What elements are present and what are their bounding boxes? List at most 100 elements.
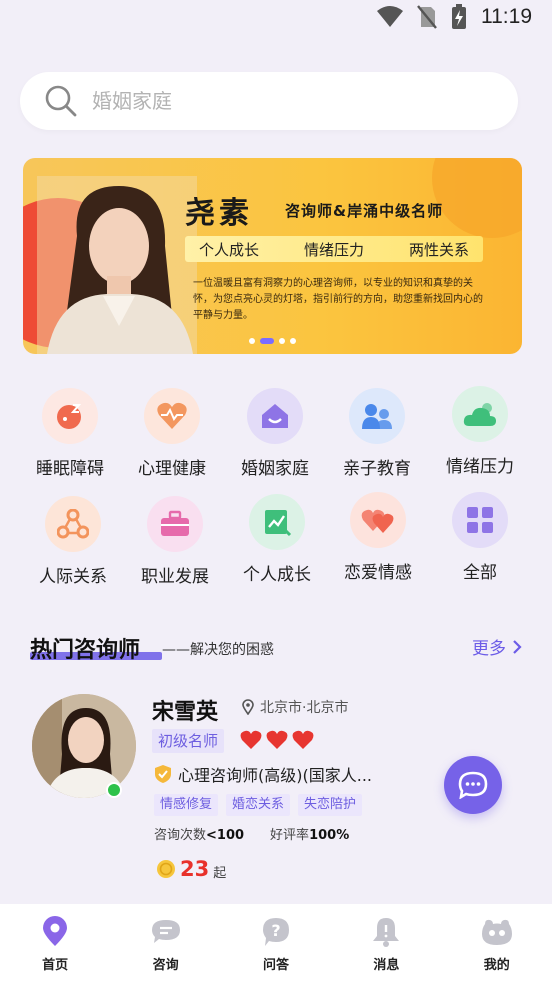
no-sim-icon	[417, 5, 437, 29]
price-value: 23	[180, 856, 210, 881]
online-status-dot	[106, 782, 122, 798]
nav-label: 问答	[262, 958, 289, 973]
coin-icon	[157, 859, 175, 878]
nav-home[interactable]: 首页	[15, 916, 95, 973]
category-emotional-stress[interactable]: 情绪压力	[430, 386, 530, 477]
consult-count: 咨询次数<100	[154, 824, 244, 843]
category-label: 睡眠障碍	[36, 459, 104, 479]
heart-pulse-icon	[144, 388, 200, 444]
battery-charging-icon	[452, 4, 466, 29]
carousel-dot[interactable]	[249, 338, 255, 344]
category-mental-health[interactable]: 心理健康	[122, 388, 222, 479]
category-label: 亲子教育	[343, 459, 411, 479]
search-bar[interactable]	[20, 72, 518, 130]
sleep-icon	[42, 388, 98, 444]
location-pin-icon	[242, 699, 254, 715]
home-pin-icon	[43, 916, 68, 946]
grid-icon	[452, 492, 508, 548]
banner-decoration	[432, 158, 522, 238]
consultant-stats: 咨询次数<100 好评率100%	[154, 824, 349, 843]
category-love[interactable]: 恋爱情感	[328, 492, 428, 583]
banner-tags: 个人成长 情绪压力 两性关系	[185, 236, 483, 262]
banner-counselor-name: 尧素	[185, 196, 253, 231]
growth-chart-icon	[249, 494, 305, 550]
chat-floating-button[interactable]	[444, 756, 502, 814]
consultant-rating-hearts	[240, 730, 314, 750]
wifi-icon	[377, 6, 403, 27]
search-icon	[45, 85, 77, 117]
carousel-dot-active[interactable]	[260, 338, 274, 344]
bell-icon	[373, 918, 400, 947]
nav-consult[interactable]: 咨询	[126, 916, 206, 973]
shield-check-icon	[155, 765, 171, 783]
category-sleep[interactable]: 睡眠障碍	[20, 388, 120, 479]
carousel-dot[interactable]	[290, 338, 296, 344]
nav-label: 我的	[483, 958, 510, 973]
carousel-indicator	[249, 338, 296, 344]
heart-icon	[292, 730, 314, 749]
search-input[interactable]	[92, 89, 472, 113]
chat-bubble-icon	[151, 920, 180, 943]
category-personal-growth[interactable]: 个人成长	[227, 494, 327, 585]
consultant-tag: 失恋陪护	[298, 794, 363, 816]
banner-tag: 两性关系	[408, 240, 469, 259]
more-label: 更多	[472, 639, 506, 659]
price-unit: 起	[213, 866, 227, 881]
nav-profile[interactable]: 我的	[457, 916, 537, 973]
question-icon: ?	[262, 918, 289, 946]
category-relationships[interactable]: 人际关系	[23, 496, 123, 587]
parent-child-icon	[349, 388, 405, 444]
banner-carousel[interactable]: 尧素 咨询师&岸涌中级名师 个人成长 情绪压力 两性关系 一位温暖且富有洞察力的…	[23, 158, 522, 354]
nav-label: 首页	[42, 958, 69, 973]
banner-tag: 个人成长	[199, 240, 260, 259]
nav-label: 咨询	[152, 958, 179, 973]
banner-description: 一位温暖且富有洞察力的心理咨询师，以专业的知识和真挚的关怀，为您点亮心灵的灯塔，…	[193, 278, 483, 321]
banner-counselor-title: 咨询师&岸涌中级名师	[285, 202, 444, 220]
category-marriage-family[interactable]: 婚姻家庭	[225, 388, 325, 479]
category-label: 人际关系	[39, 567, 107, 587]
consultant-avatar[interactable]	[32, 694, 136, 798]
home-icon	[247, 388, 303, 444]
category-parenting[interactable]: 亲子教育	[327, 388, 427, 479]
consultant-tags: 情感修复 婚恋关系 失恋陪护	[154, 794, 363, 816]
category-label: 恋爱情感	[344, 563, 412, 583]
section-subtitle: ——解决您的困惑	[162, 642, 274, 658]
banner-portrait	[37, 176, 197, 354]
consultant-certification: 心理咨询师(高级)(国家人...	[154, 762, 372, 786]
cloud-icon	[452, 386, 508, 442]
svg-text:?: ?	[271, 921, 280, 940]
consultant-tag: 情感修复	[154, 794, 219, 816]
consult-count-value: <100	[206, 828, 245, 843]
network-icon	[45, 496, 101, 552]
heart-icon	[240, 730, 262, 749]
category-all[interactable]: 全部	[430, 492, 530, 583]
location-text: 北京市·北京市	[260, 700, 349, 716]
rating-value: 100%	[309, 828, 350, 843]
bottom-navigation: 首页 咨询 ? 问答 消息 我的	[0, 904, 552, 982]
carousel-dot[interactable]	[279, 338, 285, 344]
consultant-level-badge: 初级名师	[152, 729, 225, 753]
chat-bubble-icon	[458, 771, 488, 799]
hearts-icon	[350, 492, 406, 548]
rating: 好评率100%	[270, 824, 349, 843]
consultant-tag: 婚恋关系	[226, 794, 291, 816]
consultant-name: 宋雪英	[152, 700, 219, 725]
nav-messages[interactable]: 消息	[346, 916, 426, 973]
category-label: 职业发展	[141, 567, 209, 587]
profile-face-icon	[481, 919, 512, 945]
consultant-price: 23 起	[156, 856, 226, 881]
nav-qa[interactable]: ? 问答	[236, 916, 316, 973]
banner-tag: 情绪压力	[303, 240, 364, 259]
section-title: 热门咨询师	[30, 638, 141, 663]
certification-text: 心理咨询师(高级)(国家人...	[178, 766, 372, 785]
briefcase-icon	[147, 496, 203, 552]
rating-label: 好评率	[270, 828, 310, 843]
status-time: 11:19	[481, 5, 532, 28]
category-label: 婚姻家庭	[241, 459, 309, 479]
category-label: 情绪压力	[446, 457, 514, 477]
heart-icon	[266, 730, 288, 749]
category-label: 全部	[463, 563, 497, 583]
category-career[interactable]: 职业发展	[125, 496, 225, 587]
more-link[interactable]: 更多	[472, 634, 522, 659]
consult-count-label: 咨询次数	[154, 828, 207, 843]
